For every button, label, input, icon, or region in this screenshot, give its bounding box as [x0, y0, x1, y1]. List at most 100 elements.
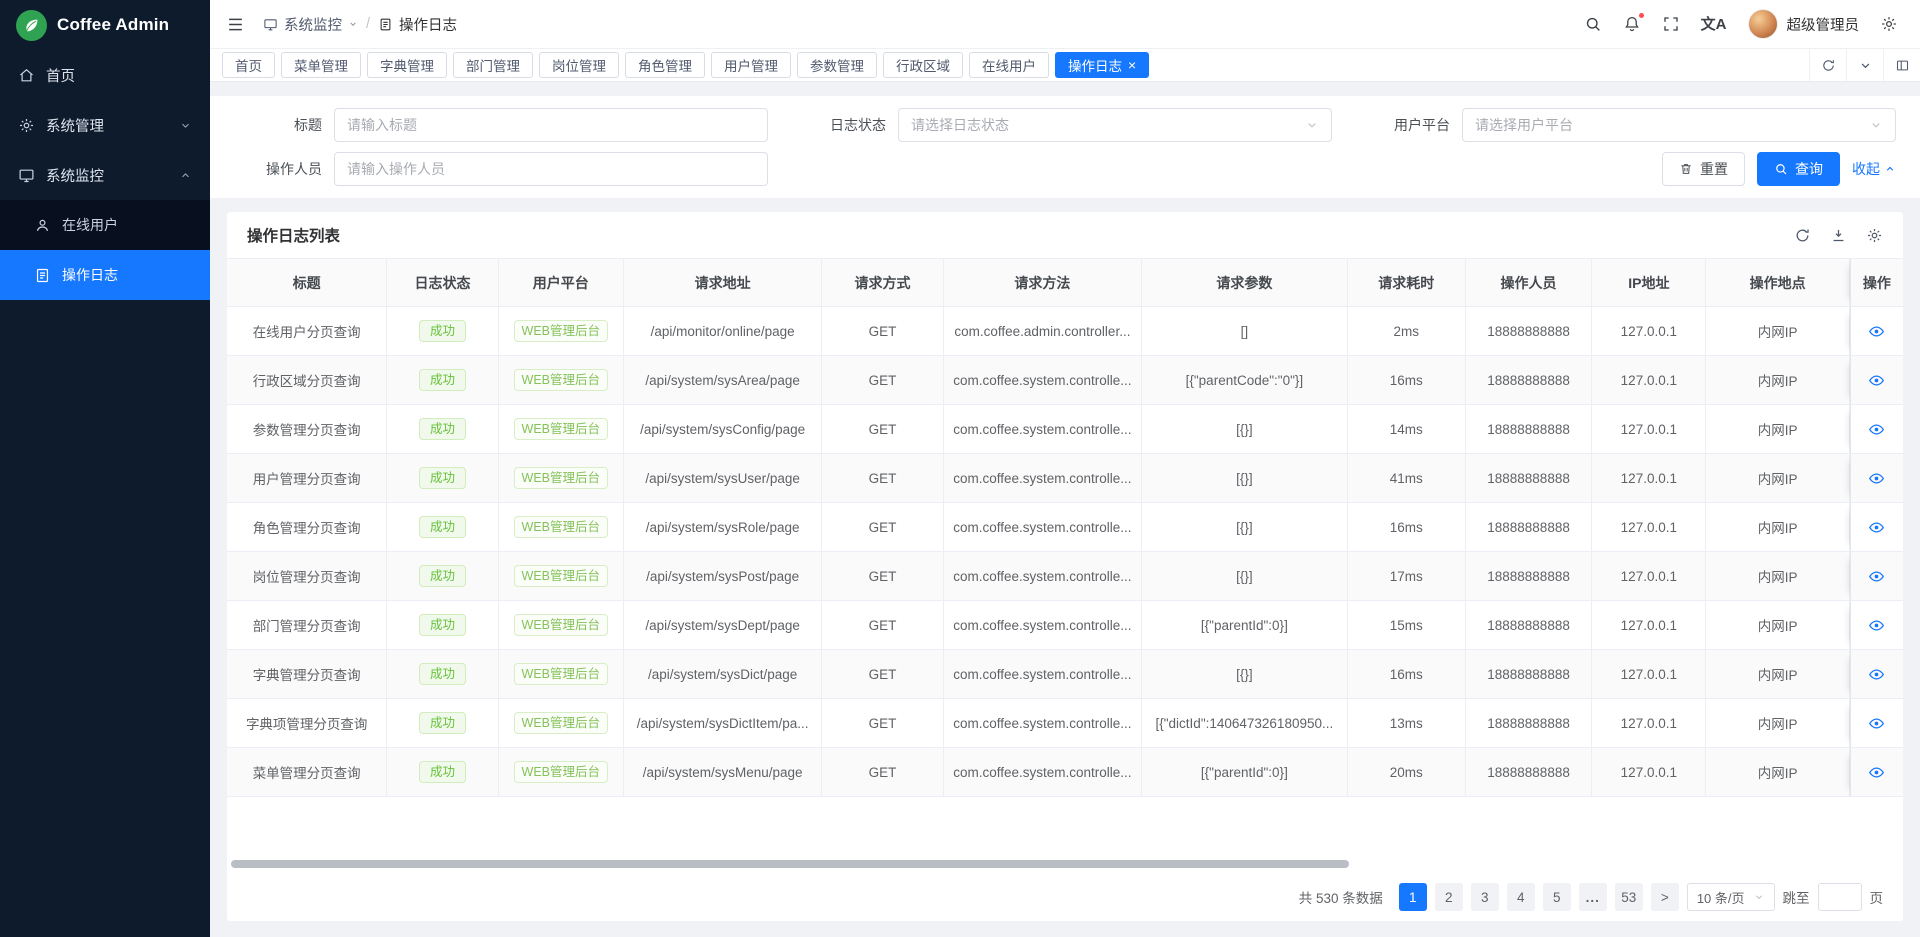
search-icon[interactable]: [1584, 15, 1602, 33]
cell-status: 成功: [387, 650, 498, 699]
page-button-5[interactable]: 5: [1543, 883, 1571, 911]
page-button-2[interactable]: 2: [1435, 883, 1463, 911]
title-input[interactable]: [334, 108, 768, 142]
cell-operator: 18888888888: [1466, 650, 1592, 699]
chevron-down-icon: [1753, 891, 1765, 903]
column-header: 请求地址: [624, 258, 822, 307]
breadcrumb-section[interactable]: 系统监控: [263, 14, 358, 35]
chevron-up-icon: [1884, 163, 1896, 175]
tab-actions-chevron-icon[interactable]: [1846, 49, 1883, 81]
view-detail-eye-icon[interactable]: [1868, 764, 1885, 781]
notification-bell-icon[interactable]: [1623, 15, 1641, 33]
column-header: 日志状态: [387, 258, 498, 307]
log-status-select[interactable]: 请选择日志状态: [898, 108, 1332, 142]
menu-collapse-icon[interactable]: [226, 15, 245, 34]
tab-用户管理[interactable]: 用户管理: [711, 52, 791, 78]
tab-岗位管理[interactable]: 岗位管理: [539, 52, 619, 78]
cell-title: 字典项管理分页查询: [227, 699, 387, 748]
app-title: Coffee Admin: [57, 15, 169, 35]
view-detail-eye-icon[interactable]: [1868, 470, 1885, 487]
download-icon[interactable]: [1830, 227, 1847, 244]
operator-input[interactable]: [334, 152, 768, 186]
view-detail-eye-icon[interactable]: [1868, 666, 1885, 683]
status-badge: 成功: [419, 418, 466, 441]
status-badge: 成功: [419, 761, 466, 784]
sidebar-item-label: 在线用户: [62, 215, 118, 235]
tab-菜单管理[interactable]: 菜单管理: [281, 52, 361, 78]
horizontal-scrollbar[interactable]: [231, 860, 1899, 868]
column-header: IP地址: [1592, 258, 1706, 307]
table-row: 字典项管理分页查询成功WEB管理后台/api/system/sysDictIte…: [227, 699, 1903, 748]
query-button[interactable]: 查询: [1757, 152, 1840, 186]
next-page-button[interactable]: >: [1651, 883, 1679, 911]
page-button-1[interactable]: 1: [1399, 883, 1427, 911]
cell-duration: 13ms: [1348, 699, 1466, 748]
sidebar-item-op-logs[interactable]: 操作日志: [0, 250, 210, 300]
cell-status: 成功: [387, 552, 498, 601]
tab-在线用户[interactable]: 在线用户: [969, 52, 1049, 78]
app-root: Coffee Admin 首页 系统管理 系统监控 在线用户: [0, 0, 1920, 937]
table-row: 角色管理分页查询成功WEB管理后台/api/system/sysRole/pag…: [227, 503, 1903, 552]
cell-operator: 18888888888: [1466, 601, 1592, 650]
chevron-down-icon: [179, 119, 192, 132]
sidebar-item-system-monitor[interactable]: 系统监控: [0, 150, 210, 200]
view-detail-eye-icon[interactable]: [1868, 372, 1885, 389]
filter-panel: 标题 日志状态 请选择日志状态 用户平台 请选择用户平台: [210, 96, 1920, 198]
tab-字典管理[interactable]: 字典管理: [367, 52, 447, 78]
cell-handler: com.coffee.system.controlle...: [944, 503, 1142, 552]
cell-duration: 16ms: [1348, 503, 1466, 552]
tab-角色管理[interactable]: 角色管理: [625, 52, 705, 78]
card-title: 操作日志列表: [247, 224, 340, 246]
cell-method: GET: [822, 405, 943, 454]
page-button-4[interactable]: 4: [1507, 883, 1535, 911]
cell-method: GET: [822, 307, 943, 356]
cell-platform: WEB管理后台: [499, 307, 624, 356]
view-detail-eye-icon[interactable]: [1868, 715, 1885, 732]
tab-参数管理[interactable]: 参数管理: [797, 52, 877, 78]
settings-gear-icon[interactable]: [1880, 15, 1898, 33]
page-button-3[interactable]: 3: [1471, 883, 1499, 911]
fullscreen-icon[interactable]: [1662, 15, 1680, 33]
tab-部门管理[interactable]: 部门管理: [453, 52, 533, 78]
pagination-total: 共 530 条数据: [1299, 887, 1383, 907]
column-header: 请求方式: [822, 258, 943, 307]
sidebar-item-home[interactable]: 首页: [0, 50, 210, 100]
page-button-53[interactable]: 53: [1615, 883, 1643, 911]
scrollbar-thumb[interactable]: [231, 860, 1349, 868]
tab-label: 角色管理: [638, 55, 692, 75]
cell-operator: 18888888888: [1466, 356, 1592, 405]
cell-ip: 127.0.0.1: [1592, 405, 1706, 454]
cell-url: /api/system/sysDept/page: [624, 601, 822, 650]
jump-page-input[interactable]: [1818, 883, 1862, 911]
sidebar-item-label: 系统监控: [46, 165, 104, 186]
page-more-button[interactable]: ...: [1579, 883, 1607, 911]
tab-操作日志[interactable]: 操作日志×: [1055, 52, 1149, 78]
collapse-filter-link[interactable]: 收起: [1852, 159, 1896, 179]
view-detail-eye-icon[interactable]: [1868, 568, 1885, 585]
translate-icon[interactable]: 文A: [1701, 17, 1727, 32]
user-menu[interactable]: 超级管理员: [1748, 9, 1860, 39]
refresh-icon[interactable]: [1794, 227, 1811, 244]
sidebar-item-system-mgmt[interactable]: 系统管理: [0, 100, 210, 150]
reset-button[interactable]: 重置: [1662, 152, 1745, 186]
user-platform-select[interactable]: 请选择用户平台: [1462, 108, 1896, 142]
refresh-tab-icon[interactable]: [1809, 49, 1846, 81]
page-size-select[interactable]: 10 条/页: [1687, 883, 1775, 911]
layout-icon[interactable]: [1883, 49, 1920, 81]
tab-close-icon[interactable]: ×: [1128, 58, 1136, 72]
column-header: 请求耗时: [1348, 258, 1466, 307]
view-detail-eye-icon[interactable]: [1868, 323, 1885, 340]
view-detail-eye-icon[interactable]: [1868, 617, 1885, 634]
cell-url: /api/monitor/online/page: [624, 307, 822, 356]
view-detail-eye-icon[interactable]: [1868, 519, 1885, 536]
cell-actions: [1850, 601, 1903, 650]
cell-operator: 18888888888: [1466, 307, 1592, 356]
cell-duration: 16ms: [1348, 356, 1466, 405]
cell-params: [{}]: [1142, 503, 1347, 552]
view-detail-eye-icon[interactable]: [1868, 421, 1885, 438]
table-settings-gear-icon[interactable]: [1866, 227, 1883, 244]
notification-badge: [1638, 12, 1645, 19]
tab-行政区域[interactable]: 行政区域: [883, 52, 963, 78]
sidebar-item-online-users[interactable]: 在线用户: [0, 200, 210, 250]
tab-首页[interactable]: 首页: [222, 52, 275, 78]
